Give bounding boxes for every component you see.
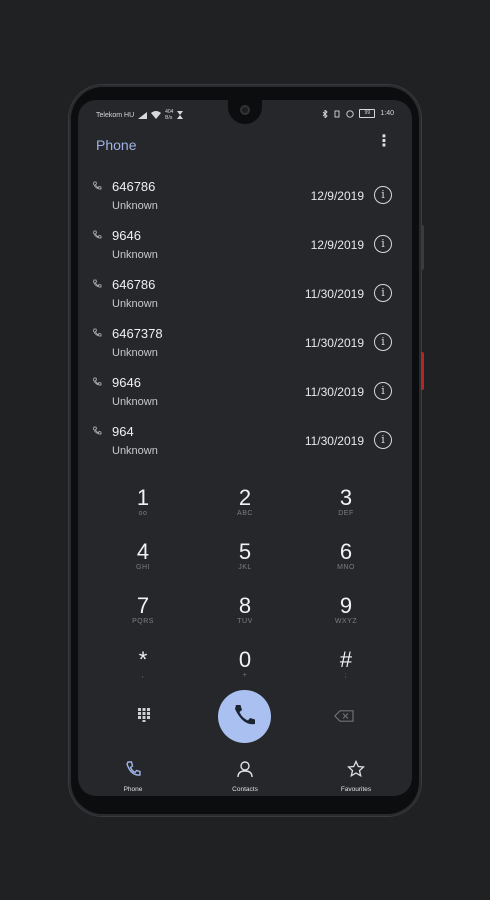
- dialpad-toggle-icon[interactable]: [137, 708, 151, 722]
- call-label: Unknown: [112, 347, 158, 359]
- call-log-item[interactable]: 646786 Unknown 12/9/2019 i: [78, 174, 412, 223]
- call-date: 11/30/2019: [304, 385, 364, 399]
- call-date: 12/9/2019: [310, 189, 364, 203]
- app-bar: Phone ⋮: [78, 132, 412, 160]
- vibrate-icon: [334, 110, 340, 117]
- dial-key-3[interactable]: 3 DEF: [301, 486, 391, 518]
- info-icon[interactable]: i: [374, 431, 392, 449]
- dial-key-0[interactable]: 0 +: [200, 648, 290, 680]
- call-label: Unknown: [112, 445, 158, 457]
- phone-icon: [93, 181, 102, 190]
- more-vert-icon[interactable]: ⋮: [376, 134, 392, 150]
- phone-icon: [93, 230, 102, 239]
- front-camera: [240, 105, 250, 115]
- data-saver-icon: [346, 109, 355, 118]
- bluetooth-icon: [323, 109, 329, 118]
- dial-key-star[interactable]: *,: [98, 648, 188, 680]
- call-label: Unknown: [112, 298, 158, 310]
- network-speed: 404 B/s: [165, 109, 174, 121]
- page-title: Phone: [96, 137, 137, 153]
- call-log-list: 646786 Unknown 12/9/2019 i 9646 Unknown …: [78, 174, 412, 468]
- bottom-navigation: Phone Contacts Favourites: [78, 756, 412, 796]
- info-icon[interactable]: i: [374, 186, 392, 204]
- dial-key-7[interactable]: 7 PQRS: [98, 594, 188, 626]
- star-icon: [346, 759, 366, 778]
- voicemail-icon: oo: [138, 510, 148, 517]
- tab-phone[interactable]: Phone: [93, 760, 173, 793]
- dial-key-8[interactable]: 8 TUV: [200, 594, 290, 626]
- call-number: 646786: [112, 277, 156, 292]
- info-icon[interactable]: i: [374, 284, 392, 302]
- signal-icon: [138, 111, 148, 119]
- tab-favourites[interactable]: Favourites: [316, 759, 396, 793]
- call-number: 9646: [112, 228, 141, 243]
- call-number: 6467378: [112, 326, 163, 341]
- hourglass-icon: [177, 111, 184, 119]
- call-log-item[interactable]: 9646 Unknown 11/30/2019 i: [78, 370, 412, 419]
- power-button: [421, 352, 424, 390]
- dial-key-4[interactable]: 4 GHI: [98, 540, 188, 572]
- phone-icon: [93, 328, 102, 337]
- call-log-item[interactable]: 964 Unknown 11/30/2019 i: [78, 419, 412, 468]
- call-number: 964: [112, 424, 134, 439]
- call-date: 11/30/2019: [304, 336, 364, 350]
- call-label: Unknown: [112, 200, 158, 212]
- status-bar: Telekom HU 404 B/s 99 1:40: [78, 100, 412, 126]
- phone-icon: [126, 761, 141, 776]
- phone-icon: [235, 705, 255, 725]
- dial-key-2[interactable]: 2 ABC: [200, 486, 290, 518]
- call-label: Unknown: [112, 249, 158, 261]
- carrier-label: Telekom HU: [96, 111, 135, 119]
- call-number: 9646: [112, 375, 141, 390]
- info-icon[interactable]: i: [374, 333, 392, 351]
- battery-icon: 99: [359, 109, 376, 118]
- call-log-item[interactable]: 9646 Unknown 12/9/2019 i: [78, 223, 412, 272]
- info-icon[interactable]: i: [374, 382, 392, 400]
- backspace-icon[interactable]: [334, 710, 354, 722]
- dial-key-1[interactable]: 1 oo: [98, 486, 188, 518]
- call-button[interactable]: [218, 690, 271, 743]
- call-log-item[interactable]: 6467378 Unknown 11/30/2019 i: [78, 321, 412, 370]
- clock: 1:40: [380, 110, 394, 117]
- dial-key-hash[interactable]: #;: [301, 648, 391, 680]
- call-date: 11/30/2019: [304, 434, 364, 448]
- call-log-item[interactable]: 646786 Unknown 11/30/2019 i: [78, 272, 412, 321]
- screen: Telekom HU 404 B/s 99 1:40 Phone ⋮ 64678…: [78, 100, 412, 796]
- tab-contacts[interactable]: Contacts: [205, 760, 285, 793]
- dial-key-5[interactable]: 5 JKL: [200, 540, 290, 572]
- volume-button: [421, 225, 424, 270]
- phone-icon: [93, 426, 102, 435]
- phone-icon: [93, 279, 102, 288]
- call-date: 11/30/2019: [304, 287, 364, 301]
- info-icon[interactable]: i: [374, 235, 392, 253]
- notch: [228, 100, 262, 124]
- wifi-icon: [151, 111, 162, 119]
- phone-icon: [93, 377, 102, 386]
- call-number: 646786: [112, 179, 156, 194]
- call-label: Unknown: [112, 396, 158, 408]
- dial-key-6[interactable]: 6 MNO: [301, 540, 391, 572]
- dial-key-9[interactable]: 9 WXYZ: [301, 594, 391, 626]
- contacts-icon: [237, 761, 253, 778]
- dial-actions: [78, 690, 412, 746]
- call-date: 12/9/2019: [310, 238, 364, 252]
